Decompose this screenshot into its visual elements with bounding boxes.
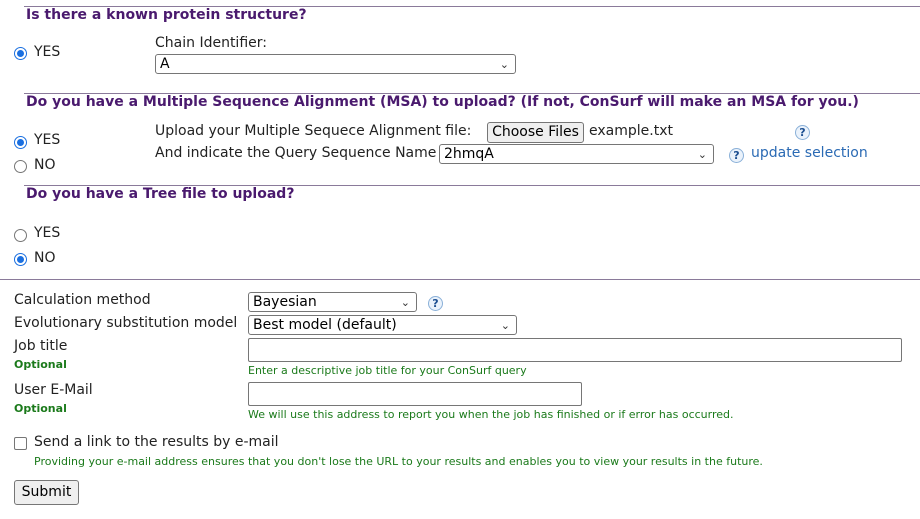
optional-label: Optional [14,358,67,371]
send-link-checkbox[interactable] [14,437,27,450]
tree-heading: Do you have a Tree file to upload? [26,186,295,202]
job-title-input[interactable] [248,338,902,362]
chain-identifier-select[interactable]: A ⌄ [155,54,516,74]
substitution-model-label: Evolutionary substitution model [14,315,238,331]
selected-file-name: example.txt [589,123,673,139]
job-title-hint: Enter a descriptive job title for your C… [248,364,527,377]
substitution-model-select[interactable]: Best model (default) ⌄ [248,315,517,335]
update-selection-link[interactable]: update selection [751,145,868,161]
calc-method-value: Bayesian [253,294,317,310]
job-title-label: Job title [14,338,68,354]
choose-files-button[interactable]: Choose Files [487,122,584,143]
msa-upload-label: Upload your Multiple Sequece Alignment f… [155,123,472,139]
optional-label: Optional [14,402,67,415]
substitution-model-value: Best model (default) [253,317,397,333]
msa-yes-radio[interactable] [14,136,27,149]
query-sequence-select[interactable]: 2hmqA ⌄ [439,144,714,164]
user-email-label: User E-Mail [14,382,93,398]
query-sequence-value: 2hmqA [444,146,494,162]
send-link-hint: Providing your e-mail address ensures th… [34,455,763,468]
tree-no-radio[interactable] [14,253,27,266]
divider [0,279,920,280]
chevron-down-icon: ⌄ [400,296,410,309]
calc-method-label: Calculation method [14,292,151,308]
submit-button[interactable]: Submit [14,480,79,505]
chevron-down-icon: ⌄ [697,148,707,161]
help-icon[interactable]: ? [795,125,810,140]
chain-identifier-label: Chain Identifier: [155,35,267,51]
msa-heading: Do you have a Multiple Sequence Alignmen… [26,94,859,110]
tree-no-label: NO [34,250,56,266]
structure-yes-radio[interactable] [14,47,27,60]
tree-yes-label: YES [34,225,61,241]
query-sequence-label: And indicate the Query Sequence Name [155,145,437,161]
tree-yes-radio[interactable] [14,229,27,242]
msa-yes-label: YES [34,132,61,148]
structure-heading: Is there a known protein structure? [26,7,307,23]
send-link-label: Send a link to the results by e-mail [34,434,279,450]
structure-yes-label: YES [34,44,61,60]
user-email-input[interactable] [248,382,582,406]
help-icon[interactable]: ? [428,296,443,311]
calc-method-select[interactable]: Bayesian ⌄ [248,292,417,312]
msa-no-radio[interactable] [14,160,27,173]
chain-identifier-value: A [160,56,170,72]
chevron-down-icon: ⌄ [499,58,509,71]
msa-no-label: NO [34,157,56,173]
user-email-hint: We will use this address to report you w… [248,408,734,421]
help-icon[interactable]: ? [729,148,744,163]
chevron-down-icon: ⌄ [500,319,510,332]
